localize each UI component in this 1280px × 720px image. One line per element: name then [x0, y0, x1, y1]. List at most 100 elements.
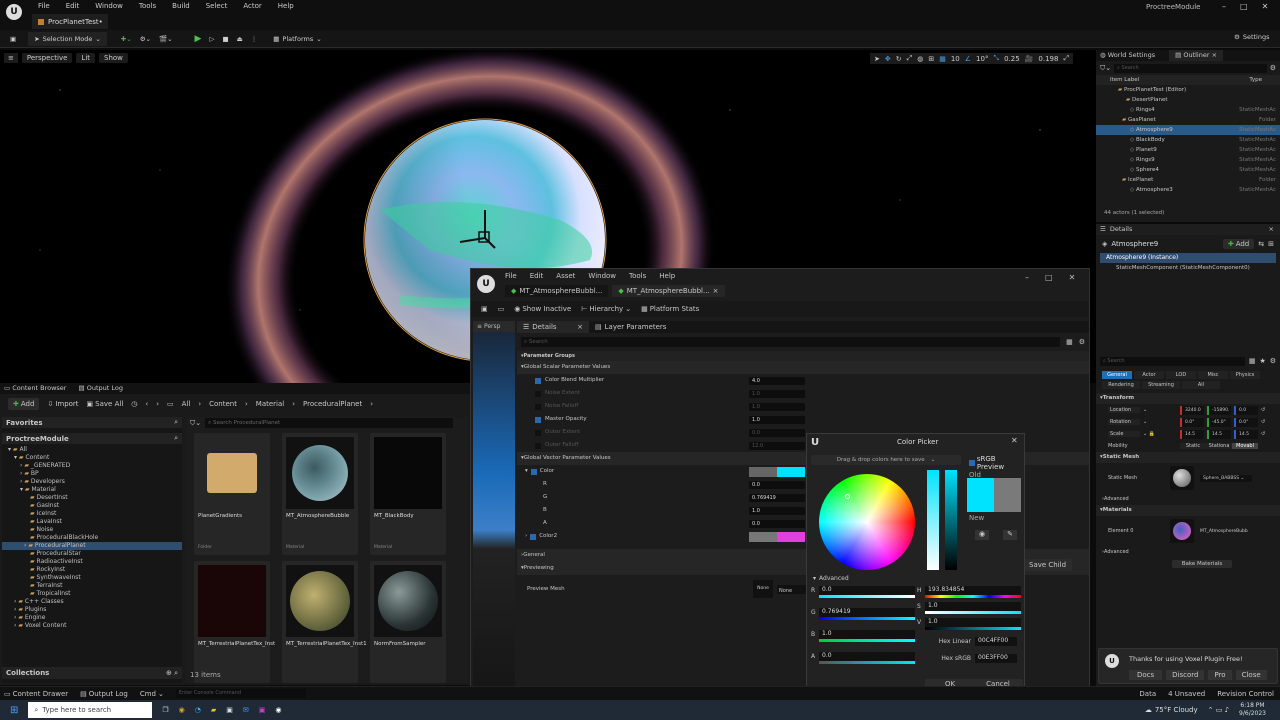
editor-menu-asset[interactable]: Asset: [556, 272, 575, 280]
filter-icon[interactable]: ⛉⌄: [1100, 64, 1111, 73]
gear-icon[interactable]: ⚙: [1270, 64, 1276, 72]
mobility-static[interactable]: Static: [1180, 443, 1206, 449]
pro-button[interactable]: Pro: [1208, 670, 1232, 680]
mesh-select[interactable]: Sphere_BABBSS ⌄: [1200, 474, 1252, 482]
chevron-down-icon[interactable]: ⌄: [1143, 419, 1177, 425]
channel-b-input[interactable]: 1.0: [819, 630, 915, 639]
editor-menu-file[interactable]: File: [505, 272, 517, 280]
tree-item[interactable]: ▰ SynthwaveInst: [2, 574, 182, 582]
srgb-preview-toggle[interactable]: sRGB Preview: [969, 455, 1024, 471]
eyedropper-icon[interactable]: ✎: [1003, 530, 1017, 540]
editor-menu-window[interactable]: Window: [588, 272, 616, 280]
menu-select[interactable]: Select: [198, 0, 236, 12]
tab-outliner[interactable]: ▤ Outliner ×: [1169, 50, 1224, 61]
minimize-icon[interactable]: –: [1222, 2, 1226, 11]
add-button[interactable]: ✚ Add: [8, 398, 40, 410]
breadcrumb-material[interactable]: Material: [256, 400, 284, 408]
channel-v[interactable]: V 1.0: [917, 618, 1021, 630]
color2-swatch[interactable]: [749, 531, 805, 542]
saturation-slider[interactable]: [927, 470, 939, 570]
tree-item[interactable]: ▾ ▰ Content: [2, 454, 182, 462]
tree-item-selected[interactable]: › ▰ ProceduralPlanet: [2, 542, 182, 550]
save-all-button[interactable]: ▣ Save All: [87, 400, 124, 408]
gear-icon[interactable]: ⚙: [1079, 338, 1085, 346]
explorer-icon[interactable]: ▰: [211, 706, 216, 714]
wheel-cursor[interactable]: [845, 494, 850, 499]
task-view-icon[interactable]: ❐: [162, 706, 168, 714]
outliner-search-input[interactable]: ⌕ Search: [1114, 63, 1267, 73]
outliner-row[interactable]: ▰ DesertPlanet: [1096, 95, 1280, 105]
tree-item[interactable]: ▰ IceInst: [2, 510, 182, 518]
color-wheel-mode-icon[interactable]: ◉: [975, 530, 989, 540]
reset-icon[interactable]: ↺: [1261, 407, 1265, 413]
close-icon[interactable]: ×: [1269, 224, 1280, 235]
rotation-label[interactable]: Rotation: [1108, 419, 1140, 425]
app-icon[interactable]: ▣: [259, 706, 266, 714]
rotation-snap-value[interactable]: 10°: [976, 55, 988, 63]
cmd-button[interactable]: Cmd ⌄: [140, 690, 164, 698]
color-channel-input[interactable]: 0.769419: [749, 493, 805, 502]
unsaved-label[interactable]: 4 Unsaved: [1168, 690, 1205, 698]
asset-tile[interactable]: PlanetGradients Folder: [194, 433, 270, 555]
checkbox-checked[interactable]: [530, 533, 537, 540]
lit-button[interactable]: Lit: [76, 53, 96, 63]
channel-h[interactable]: H 193.834854: [917, 586, 1021, 598]
asset-tile[interactable]: NormFromSampler: [370, 561, 446, 683]
tree-item[interactable]: › ▰ _GENERATED: [2, 462, 182, 470]
channel-a[interactable]: A 0.0: [811, 652, 915, 664]
level-tab[interactable]: ProcPlanetTest•: [32, 14, 108, 29]
asset-tile[interactable]: MT_AtmosphereBubble Material: [282, 433, 358, 555]
options-icon[interactable]: ⋮: [247, 35, 262, 43]
editor-menu-edit[interactable]: Edit: [530, 272, 544, 280]
channel-h-input[interactable]: 193.834854: [925, 586, 1021, 595]
tree-item[interactable]: ▰ ProceduralStar: [2, 550, 182, 558]
store-icon[interactable]: ▣: [226, 706, 233, 714]
outliner-row[interactable]: ◇ BlackBody StaticMeshAc: [1096, 135, 1280, 145]
asset-tile[interactable]: MT_TerrestrialPlanetTex_Inst1: [282, 561, 367, 683]
scale-snap-value[interactable]: 0.25: [1004, 55, 1020, 63]
taskbar-search[interactable]: ⌕ Type here to search: [28, 702, 153, 718]
perspective-button[interactable]: Perspective: [21, 53, 73, 63]
tree-item[interactable]: ▰ TerraInst: [2, 582, 182, 590]
filter-general[interactable]: General: [1102, 371, 1132, 379]
color-channel-input[interactable]: 1.0: [749, 506, 805, 515]
channel-v-input[interactable]: 1.0: [925, 618, 1021, 627]
col-item-label[interactable]: Item Label: [1110, 77, 1139, 83]
maximize-icon[interactable]: □: [1045, 273, 1053, 282]
asset-search-input[interactable]: ⌕ Search ProceduralPlanet: [205, 418, 454, 428]
platforms-button[interactable]: ▦ Platforms ⌄: [269, 35, 325, 43]
edge-icon[interactable]: ◔: [195, 706, 201, 714]
tab-details[interactable]: ☰ Details ×: [517, 321, 589, 333]
asset-tile[interactable]: MT_BlackBody Material: [370, 433, 446, 555]
mesh-thumbnail[interactable]: [1170, 466, 1194, 490]
outliner-row[interactable]: ◇ Planet9 StaticMeshAc: [1096, 145, 1280, 155]
outliner-row[interactable]: ▰ GasPlanet Folder: [1096, 115, 1280, 125]
details-tab[interactable]: ☰ Details ×: [1096, 224, 1280, 235]
filter-rendering[interactable]: Rendering: [1102, 381, 1140, 389]
eject-icon[interactable]: ⏏: [233, 35, 247, 43]
asset-tile[interactable]: MT_TerrestrialPlanetTex_Inst: [194, 561, 275, 683]
location-y-input[interactable]: -15890.: [1207, 405, 1231, 415]
scalar-param-input[interactable]: 1.0: [749, 389, 805, 398]
reset-icon[interactable]: ↺: [1261, 419, 1265, 425]
editor-menu-help[interactable]: Help: [659, 272, 675, 280]
selection-mode-button[interactable]: ➤ Selection Mode ⌄: [28, 31, 107, 46]
mobility-stationary[interactable]: Stationa: [1206, 443, 1232, 449]
material-select[interactable]: MT_AtmosphereBubb: [1200, 529, 1254, 534]
color-wheel[interactable]: [819, 474, 915, 570]
search-icon[interactable]: ⌕: [174, 434, 178, 443]
mobility-movable[interactable]: Movabl: [1232, 443, 1258, 449]
star-icon[interactable]: ★: [1259, 357, 1265, 365]
scale-snap-icon[interactable]: ⤡: [993, 54, 999, 63]
discord-button[interactable]: Discord: [1166, 670, 1205, 680]
outliner-row[interactable]: ◇ Atmosphere3 StaticMeshAc: [1096, 185, 1280, 195]
outliner-row[interactable]: ◇ Sphere4 StaticMeshAc: [1096, 165, 1280, 175]
preview-mesh-select[interactable]: None: [777, 584, 807, 594]
editor-menu-tools[interactable]: Tools: [629, 272, 646, 280]
content-drawer-button[interactable]: ▭ Content Drawer: [4, 690, 68, 698]
tree-item[interactable]: ▾ ▰ Material: [2, 486, 182, 494]
camera-speed-value[interactable]: 0.198: [1038, 55, 1058, 63]
channel-s[interactable]: S 1.0: [917, 602, 1021, 614]
menu-actor[interactable]: Actor: [235, 0, 269, 12]
tree-item[interactable]: ▰ GasInst: [2, 502, 182, 510]
